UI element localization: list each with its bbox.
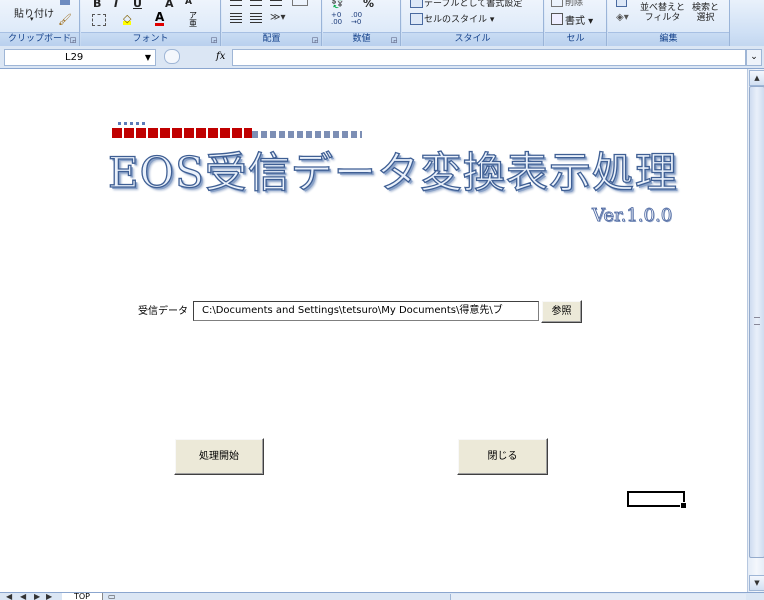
selected-cell[interactable] <box>627 491 687 509</box>
sort-filter-button[interactable]: 並べ替えと フィルタ <box>640 3 685 23</box>
increase-decimal-icon[interactable]: +0.00 <box>331 12 342 26</box>
table-format-button[interactable]: テーブルとして書式設定 <box>424 0 522 9</box>
close-button[interactable]: 閉じる <box>457 438 548 475</box>
formula-bar: L29 ▼ fx ⌄ <box>0 46 764 69</box>
alignment-group-label: 配置 ◲ <box>222 32 321 46</box>
dialog-launcher-icon[interactable]: ◲ <box>210 36 218 44</box>
name-box-value: L29 <box>65 52 84 63</box>
format-button[interactable]: 書式 ▾ <box>565 12 593 27</box>
paste-button[interactable]: 貼り付け <box>14 5 54 20</box>
decrease-font-icon[interactable]: A <box>185 0 192 7</box>
scroll-down-icon[interactable]: ▼ <box>749 575 764 591</box>
cropped-title-graphic <box>112 116 362 138</box>
received-data-label: 受信データ <box>138 306 188 317</box>
find-select-button[interactable]: 検索と 選択 <box>692 3 719 23</box>
align-top-icon[interactable] <box>230 0 242 6</box>
start-processing-button[interactable]: 処理開始 <box>174 438 264 475</box>
copy-icon[interactable] <box>60 0 70 5</box>
underline-button[interactable]: U <box>133 0 142 10</box>
align-middle-icon[interactable] <box>250 0 262 6</box>
dialog-launcher-icon[interactable]: ◲ <box>311 36 319 44</box>
dialog-launcher-icon[interactable]: ◲ <box>390 36 398 44</box>
scroll-thumb[interactable] <box>749 86 764 558</box>
editing-group: ◈▾ 並べ替えと フィルタ 検索と 選択 編集 <box>608 0 730 46</box>
ribbon: 貼り付け ▾ 🖌 クリップボード ◲ B I U A A ◇ A ア亜 フォント ◲… <box>0 0 764 47</box>
cell-styles-button[interactable]: セルのスタイル ▾ <box>424 12 494 25</box>
format-cells-icon[interactable] <box>551 13 563 25</box>
zoom-circle-icon <box>164 49 180 64</box>
table-format-icon[interactable] <box>410 0 423 8</box>
alignment-group: ≫▾ 配置 ◲ <box>222 0 322 46</box>
expand-formula-icon[interactable]: ⌄ <box>746 49 762 66</box>
cell-styles-icon[interactable] <box>410 13 423 25</box>
vertical-scrollbar[interactable]: ▲ ▼ <box>747 69 764 592</box>
font-group: B I U A A ◇ A ア亜 フォント ◲ <box>81 0 221 46</box>
clipboard-group: 貼り付け ▾ 🖌 クリップボード ◲ <box>0 0 80 46</box>
fill-icon[interactable] <box>616 0 627 7</box>
page-title: EOS受信データ変換表示処理 <box>107 147 678 197</box>
font-group-label: フォント ◲ <box>81 32 220 46</box>
number-group-label: 数値 ◲ <box>323 32 400 46</box>
delete-cells-icon[interactable] <box>551 0 563 7</box>
clipboard-group-label: クリップボード ◲ <box>0 32 79 46</box>
horizontal-scrollbar[interactable] <box>450 594 746 600</box>
increase-indent-icon[interactable] <box>250 13 262 23</box>
cells-group: 削除 書式 ▾ セル <box>545 0 607 46</box>
phonetic-icon[interactable]: ア亜 <box>189 12 197 28</box>
fill-color-icon[interactable]: ◇ <box>123 12 132 25</box>
version-label: Ver.1.0.0 <box>592 205 673 227</box>
chevron-down-icon[interactable]: ▼ <box>145 50 151 65</box>
fill-handle[interactable] <box>680 502 687 509</box>
scroll-up-icon[interactable]: ▲ <box>749 70 764 86</box>
formula-buttons: fx <box>160 49 230 64</box>
decrease-indent-icon[interactable] <box>230 13 242 23</box>
cells-group-label: セル <box>545 32 606 46</box>
styles-group-label: スタイル <box>402 32 543 46</box>
file-path-input[interactable]: C:\Documents and Settings\tetsuro\My Doc… <box>193 301 539 321</box>
formula-input[interactable] <box>232 49 746 66</box>
border-icon[interactable] <box>92 14 106 26</box>
increase-font-icon[interactable]: A <box>165 0 174 10</box>
font-color-button[interactable]: A <box>155 11 165 26</box>
align-bottom-icon[interactable] <box>270 0 282 6</box>
chevron-down-icon[interactable]: ▾ <box>30 15 34 23</box>
delete-button[interactable]: 削除 <box>565 0 583 8</box>
clear-icon[interactable]: ◈▾ <box>616 12 629 23</box>
name-box[interactable]: L29 ▼ <box>4 49 156 66</box>
number-group: 💱 % +0.00 .00 →0 数値 ◲ <box>323 0 401 46</box>
decrease-decimal-icon[interactable]: .00 →0 <box>351 12 362 26</box>
bold-button[interactable]: B <box>93 0 101 10</box>
dialog-launcher-icon[interactable]: ◲ <box>69 36 77 44</box>
editing-group-label: 編集 <box>608 32 729 46</box>
italic-button[interactable]: I <box>114 0 118 10</box>
browse-button[interactable]: 参照 <box>541 300 582 323</box>
currency-icon[interactable]: 💱 <box>331 0 343 9</box>
format-painter-icon[interactable]: 🖌 <box>58 13 72 26</box>
orientation-icon[interactable]: ≫▾ <box>270 12 286 23</box>
insert-function-button[interactable]: fx <box>216 49 225 64</box>
styles-group: テーブルとして書式設定 セルのスタイル ▾ スタイル <box>402 0 544 46</box>
wrap-text-icon[interactable] <box>292 0 308 6</box>
percent-button[interactable]: % <box>363 0 374 10</box>
